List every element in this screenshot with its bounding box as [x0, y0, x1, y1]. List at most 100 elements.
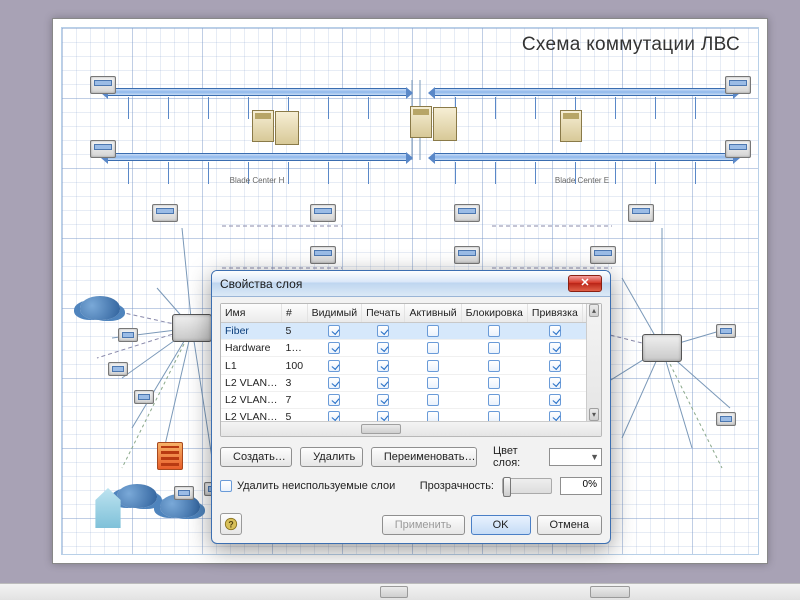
layer-visible-checkbox[interactable]: [328, 360, 340, 372]
layer-snap-checkbox[interactable]: [549, 342, 561, 354]
layer-name-cell[interactable]: Fiber: [221, 323, 282, 340]
router-node[interactable]: [108, 362, 128, 376]
table-h-scrollbar[interactable]: [221, 421, 601, 436]
layer-snap-checkbox[interactable]: [549, 325, 561, 337]
layer-print-checkbox[interactable]: [377, 325, 389, 337]
create-button[interactable]: Создать…: [220, 447, 292, 467]
scroll-up-arrow[interactable]: ▴: [589, 304, 599, 317]
core-switch-left[interactable]: [172, 314, 212, 342]
switch-node[interactable]: [90, 140, 116, 158]
switch-node[interactable]: [590, 246, 616, 264]
layer-active-checkbox[interactable]: [427, 342, 439, 354]
dialog-title-text: Свойства слоя: [220, 277, 302, 291]
col-name[interactable]: Имя: [221, 304, 282, 323]
layer-active-checkbox[interactable]: [427, 325, 439, 337]
scroll-down-arrow[interactable]: ▾: [589, 408, 599, 421]
svg-text:?: ?: [228, 520, 233, 530]
layers-table[interactable]: Имя # Видимый Печать Активный Блокировка…: [221, 304, 601, 436]
help-button[interactable]: ?: [220, 513, 242, 535]
switch-node[interactable]: [454, 246, 480, 264]
table-row[interactable]: L1100: [221, 357, 601, 374]
core-switch-right[interactable]: [642, 334, 682, 362]
server-pair[interactable]: [410, 106, 432, 138]
layer-name-cell[interactable]: L2 VLAN…: [221, 374, 282, 391]
layer-color-picker[interactable]: ▼: [549, 448, 602, 466]
transparency-value[interactable]: 0%: [560, 477, 602, 495]
layer-name-cell[interactable]: L2 VLAN…: [221, 391, 282, 408]
layer-lock-checkbox[interactable]: [488, 325, 500, 337]
layer-properties-dialog: Свойства слоя ✕ Имя # Видимый Печать Акт…: [211, 270, 611, 544]
layer-visible-checkbox[interactable]: [328, 394, 340, 406]
router-node[interactable]: [716, 324, 736, 338]
transparency-slider[interactable]: [502, 478, 552, 494]
layer-active-checkbox[interactable]: [427, 394, 439, 406]
switch-node[interactable]: [725, 140, 751, 158]
slider-knob[interactable]: [503, 477, 511, 497]
col-snap[interactable]: Привязка: [527, 304, 582, 323]
layer-lock-checkbox[interactable]: [488, 377, 500, 389]
table-v-scrollbar[interactable]: ▴ ▾: [586, 304, 601, 421]
window-h-scrollbar[interactable]: [0, 583, 800, 600]
switch-node[interactable]: [310, 246, 336, 264]
rename-button[interactable]: Переименовать…: [371, 447, 477, 467]
table-row[interactable]: Fiber5: [221, 323, 601, 340]
layer-snap-checkbox[interactable]: [549, 394, 561, 406]
router-node[interactable]: [716, 412, 736, 426]
chevron-down-icon: ▼: [590, 452, 599, 462]
layer-lock-checkbox[interactable]: [488, 342, 500, 354]
bus-left-bottom: [107, 153, 407, 161]
layer-visible-checkbox[interactable]: [328, 325, 340, 337]
ok-button[interactable]: OK: [471, 515, 531, 535]
layer-name-cell[interactable]: L1: [221, 357, 282, 374]
col-active[interactable]: Активный: [405, 304, 461, 323]
scrollbar-thumb[interactable]: [380, 586, 408, 598]
cloud-icon[interactable]: [117, 484, 157, 508]
layer-snap-checkbox[interactable]: [549, 377, 561, 389]
layer-lock-checkbox[interactable]: [488, 394, 500, 406]
switch-node[interactable]: [90, 76, 116, 94]
layer-lock-checkbox[interactable]: [488, 360, 500, 372]
router-node[interactable]: [118, 328, 138, 342]
switch-node[interactable]: [152, 204, 178, 222]
layer-color-label: Цвет слоя:: [493, 445, 541, 469]
layer-count-cell: 1…: [282, 340, 308, 357]
layer-snap-checkbox[interactable]: [549, 360, 561, 372]
layer-active-checkbox[interactable]: [427, 377, 439, 389]
layers-table-container: Имя # Видимый Печать Активный Блокировка…: [220, 303, 602, 437]
delete-unused-checkbox[interactable]: [220, 480, 232, 492]
scrollbar-thumb[interactable]: [590, 586, 630, 598]
scrollbar-thumb[interactable]: [361, 424, 401, 434]
table-row[interactable]: Hardware1…: [221, 340, 601, 357]
close-button[interactable]: ✕: [568, 275, 602, 292]
layer-print-checkbox[interactable]: [377, 342, 389, 354]
firewall-icon[interactable]: [157, 442, 183, 470]
layer-print-checkbox[interactable]: [377, 360, 389, 372]
layer-print-checkbox[interactable]: [377, 394, 389, 406]
col-print[interactable]: Печать: [362, 304, 405, 323]
switch-node[interactable]: [310, 204, 336, 222]
layer-visible-checkbox[interactable]: [328, 377, 340, 389]
layer-count-cell: 5: [282, 323, 308, 340]
server-pair[interactable]: [252, 110, 274, 142]
delete-button[interactable]: Удалить: [300, 447, 363, 467]
layer-active-checkbox[interactable]: [427, 360, 439, 372]
table-row[interactable]: L2 VLAN…3: [221, 374, 601, 391]
col-lock[interactable]: Блокировка: [461, 304, 527, 323]
router-node[interactable]: [174, 486, 194, 500]
col-visible[interactable]: Видимый: [307, 304, 362, 323]
router-node[interactable]: [134, 390, 154, 404]
server[interactable]: [560, 110, 582, 142]
layer-print-checkbox[interactable]: [377, 377, 389, 389]
apply-button[interactable]: Применить: [382, 515, 465, 535]
bus-right-bottom: [434, 153, 734, 161]
switch-node[interactable]: [628, 204, 654, 222]
col-count[interactable]: #: [282, 304, 308, 323]
cloud-icon[interactable]: [80, 296, 120, 320]
cancel-button[interactable]: Отмена: [537, 515, 602, 535]
layer-name-cell[interactable]: Hardware: [221, 340, 282, 357]
switch-node[interactable]: [725, 76, 751, 94]
layer-visible-checkbox[interactable]: [328, 342, 340, 354]
switch-node[interactable]: [454, 204, 480, 222]
dialog-titlebar[interactable]: Свойства слоя ✕: [212, 271, 610, 297]
table-row[interactable]: L2 VLAN…7: [221, 391, 601, 408]
